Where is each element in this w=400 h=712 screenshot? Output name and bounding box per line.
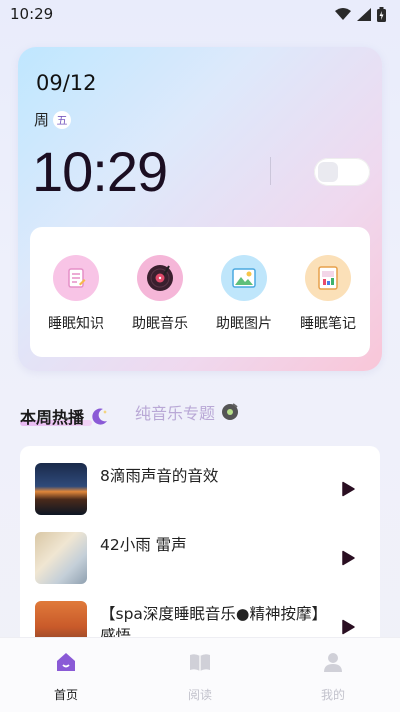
feature-sleep-music[interactable]: 助眠音乐 — [120, 255, 200, 333]
song-thumbnail — [35, 532, 87, 584]
feature-label: 助眠音乐 — [132, 316, 188, 332]
weekday-prefix: 周 — [34, 111, 50, 129]
weekday: 周 五 — [34, 109, 72, 130]
alarm-toggle[interactable] — [314, 158, 370, 186]
hero-card: 09/12 周 五 10:29 睡眠知识 助眠音乐 助眠图片 睡眠笔记 — [18, 47, 382, 371]
notebook-icon — [305, 255, 351, 301]
status-bar: 10:29 — [0, 0, 400, 28]
feature-label: 睡眠知识 — [48, 316, 104, 332]
play-icon[interactable] — [340, 481, 356, 497]
feature-label: 睡眠笔记 — [300, 316, 356, 332]
clock-time: 10:29 — [32, 140, 168, 203]
tab-label: 纯音乐专题 — [135, 404, 216, 423]
feature-sleep-knowledge[interactable]: 睡眠知识 — [36, 255, 116, 333]
song-title: 8滴雨声音的音效 — [100, 467, 219, 485]
song-title: 42小雨 雷声 — [100, 536, 187, 554]
book-icon — [190, 654, 210, 671]
picture-icon — [221, 255, 267, 301]
nav-item-reading[interactable]: 阅读 — [160, 650, 240, 703]
feature-sleep-notes[interactable]: 睡眠笔记 — [288, 255, 368, 333]
vinyl-record-icon — [137, 255, 183, 301]
tab-label: 本周热播 — [20, 408, 85, 427]
music-disc-icon — [222, 403, 239, 420]
feature-panel: 睡眠知识 助眠音乐 助眠图片 睡眠笔记 — [30, 227, 370, 357]
notepad-icon — [53, 255, 99, 301]
feature-label: 助眠图片 — [216, 316, 272, 332]
nav-label: 我的 — [320, 688, 345, 702]
list-item[interactable]: 8滴雨声音的音效 — [20, 463, 380, 519]
bottom-nav: 首页 阅读 我的 — [0, 637, 400, 712]
tab-weekly-hot[interactable]: 本周热播 — [20, 404, 110, 428]
nav-item-me[interactable]: 我的 — [293, 650, 373, 703]
signal-icon — [357, 7, 371, 21]
feature-sleep-pictures[interactable]: 助眠图片 — [204, 255, 284, 333]
status-icons — [335, 6, 386, 22]
moon-icon — [91, 408, 107, 425]
song-list: 8滴雨声音的音效 42小雨 雷声 【spa深度睡眠音乐●精神按摩】感悟 — [20, 446, 380, 666]
divider — [270, 157, 271, 185]
play-icon[interactable] — [340, 619, 356, 635]
list-item[interactable]: 42小雨 雷声 — [20, 532, 380, 588]
nav-label: 首页 — [53, 688, 78, 702]
date-text: 09/12 — [36, 71, 97, 95]
wifi-icon — [335, 7, 351, 20]
weekday-badge: 五 — [53, 110, 72, 129]
song-thumbnail — [35, 463, 87, 515]
battery-icon — [377, 6, 386, 22]
play-icon[interactable] — [340, 550, 356, 566]
tab-pure-music[interactable]: 纯音乐专题 — [135, 400, 240, 424]
status-time: 10:29 — [10, 5, 54, 23]
toggle-knob — [318, 162, 338, 182]
nav-item-home[interactable]: 首页 — [26, 650, 106, 703]
user-icon — [324, 653, 342, 672]
home-icon — [57, 653, 75, 671]
content-tabs: 本周热播 纯音乐专题 — [20, 398, 380, 430]
nav-label: 阅读 — [187, 688, 212, 702]
